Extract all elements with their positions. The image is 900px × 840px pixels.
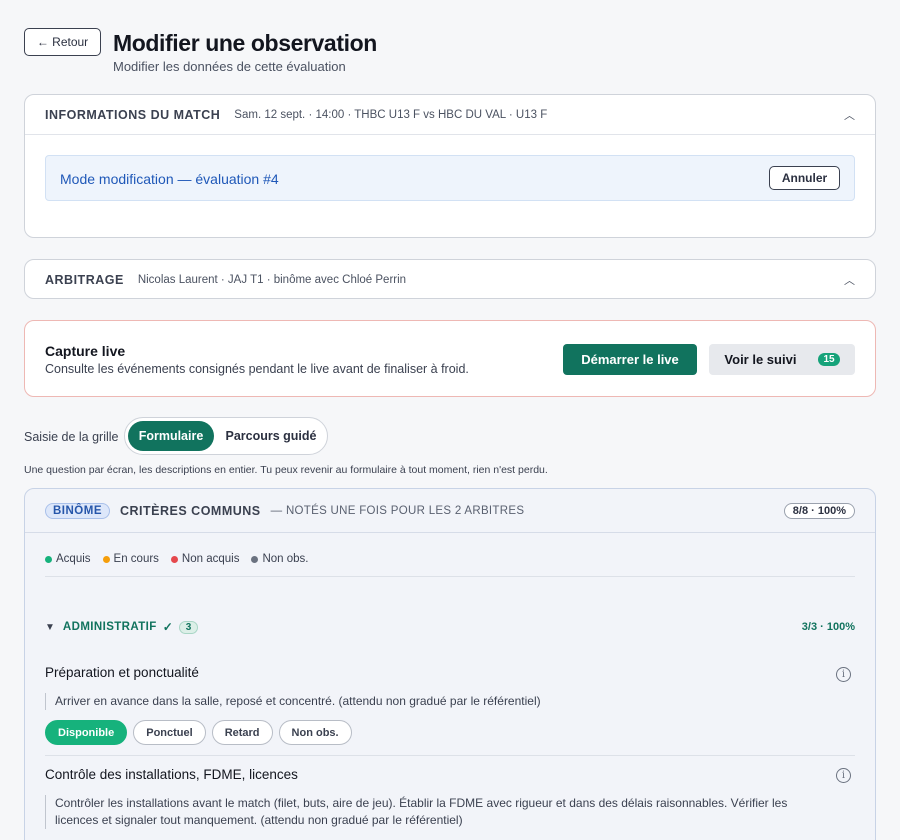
- chevron-up-icon[interactable]: ︿: [844, 272, 855, 288]
- option-non-obs[interactable]: Non obs.: [278, 720, 352, 745]
- grid-mode-label: Saisie de la grille: [24, 430, 119, 444]
- start-live-button[interactable]: Démarrer le live: [563, 344, 697, 375]
- match-info-label: INFORMATIONS DU MATCH: [45, 107, 221, 122]
- tab-formulaire[interactable]: Formulaire: [128, 421, 214, 451]
- question-title: Préparation et ponctualité: [45, 665, 199, 680]
- check-icon: ✓: [162, 620, 173, 634]
- view-follow-label: Voir le suivi: [724, 352, 797, 367]
- option-ponctuel[interactable]: Ponctuel: [133, 720, 206, 745]
- arbitrage-header[interactable]: ARBITRAGE Nicolas Laurent · JAJ T1 · bin…: [25, 260, 875, 300]
- answer-options: Disponible Ponctuel Retard Non obs.: [45, 720, 352, 745]
- divider: [45, 576, 855, 577]
- triangle-down-icon[interactable]: ▼: [45, 622, 55, 633]
- grid-mode-hint: Une question par écran, les descriptions…: [24, 464, 548, 476]
- grid-mode-toggle: Formulaire Parcours guidé: [124, 417, 328, 455]
- live-title: Capture live: [45, 343, 126, 359]
- section-name: ADMINISTRATIF: [62, 621, 157, 633]
- criteria-title: CRITÈRES COMMUNS: [120, 503, 261, 518]
- criteria-score-badge: 8/8 · 100%: [783, 502, 855, 519]
- question-description: Contrôler les installations avant le mat…: [45, 795, 825, 829]
- live-capture-card: Capture live Consulte les événements con…: [24, 320, 876, 397]
- arbitrage-card: ARBITRAGE Nicolas Laurent · JAJ T1 · bin…: [24, 259, 876, 299]
- binome-badge: BINÔME: [45, 502, 110, 519]
- legend-dot-en-cours: [102, 555, 110, 563]
- question-title: Contrôle des installations, FDME, licenc…: [45, 767, 298, 782]
- back-button[interactable]: ← Retour: [24, 28, 101, 56]
- follow-count-badge: 15: [818, 353, 840, 366]
- legend-dot-non-obs: [251, 555, 259, 563]
- match-info-card: INFORMATIONS DU MATCH Sam. 12 sept. · 14…: [24, 94, 876, 238]
- edit-mode-banner: Mode modification — évaluation #4 Annule…: [45, 155, 855, 201]
- legend-label: En cours: [113, 553, 159, 565]
- arbitrage-meta: Nicolas Laurent · JAJ T1 · binôme avec C…: [137, 274, 407, 286]
- info-icon[interactable]: i: [836, 667, 851, 682]
- legend-dot-non-acquis: [170, 555, 178, 563]
- arbitrage-label: ARBITRAGE: [45, 273, 124, 287]
- divider: [45, 755, 855, 756]
- page-title: Modifier une observation: [113, 30, 377, 56]
- legend-item: En cours: [102, 553, 159, 565]
- page-header: ← Retour Modifier une observation Modifi…: [24, 28, 876, 78]
- legend-label: Acquis: [56, 553, 91, 565]
- legend-label: Non acquis: [181, 553, 240, 565]
- status-legend: Acquis En cours Non acquis Non obs.: [45, 553, 309, 565]
- legend-item: Non obs.: [251, 553, 309, 565]
- criteria-header: BINÔME CRITÈRES COMMUNS — NOTÉS UNE FOIS…: [25, 489, 875, 533]
- question-description: Arriver en avance dans la salle, reposé …: [45, 693, 825, 710]
- criteria-subtitle: — NOTÉS UNE FOIS POUR LES 2 ARBITRES: [270, 504, 525, 517]
- legend-item: Non acquis: [170, 553, 240, 565]
- section-progress: 3/3 · 100%: [801, 621, 855, 633]
- chevron-up-icon[interactable]: ︿: [844, 107, 855, 123]
- match-info-meta: Sam. 12 sept. · 14:00 · THBC U13 F vs HB…: [234, 108, 548, 121]
- legend-item: Acquis: [45, 553, 91, 565]
- section-count-badge: 3: [178, 620, 199, 634]
- edit-mode-text: Mode modification — évaluation #4: [60, 171, 279, 187]
- common-criteria-card: BINÔME CRITÈRES COMMUNS — NOTÉS UNE FOIS…: [24, 488, 876, 840]
- live-description: Consulte les événements consignés pendan…: [45, 362, 469, 376]
- tab-parcours-guide[interactable]: Parcours guidé: [221, 421, 321, 451]
- info-icon[interactable]: i: [836, 768, 851, 783]
- page-subtitle: Modifier les données de cette évaluation: [113, 59, 346, 74]
- view-follow-button[interactable]: Voir le suivi 15: [709, 344, 855, 375]
- cancel-button[interactable]: Annuler: [769, 166, 840, 190]
- match-info-header[interactable]: INFORMATIONS DU MATCH Sam. 12 sept. · 14…: [25, 95, 875, 135]
- legend-label: Non obs.: [262, 553, 309, 565]
- option-retard[interactable]: Retard: [211, 720, 273, 745]
- section-administratif-header[interactable]: ▼ ADMINISTRATIF ✓ 3 3/3 · 100%: [45, 619, 855, 635]
- legend-dot-acquis: [45, 555, 52, 563]
- option-disponible[interactable]: Disponible: [45, 720, 128, 745]
